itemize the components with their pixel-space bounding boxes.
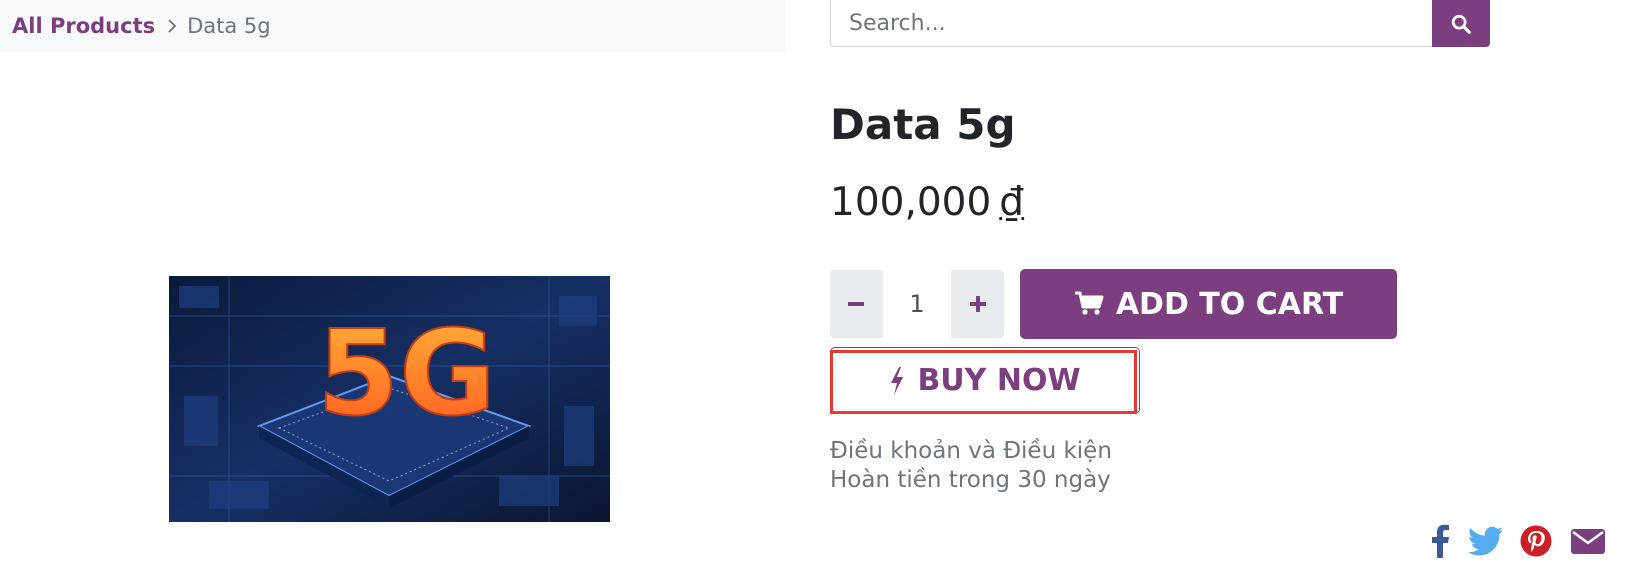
buy-now-label: BUY NOW xyxy=(917,363,1081,398)
breadcrumb: All Products Data 5g xyxy=(0,0,786,52)
email-icon[interactable] xyxy=(1570,526,1606,556)
quantity-stepper xyxy=(830,270,1004,338)
product-price: 100,000 ₫ xyxy=(830,180,1024,225)
bolt-icon xyxy=(889,366,905,396)
twitter-icon[interactable] xyxy=(1468,526,1502,556)
pinterest-icon[interactable] xyxy=(1520,525,1552,557)
quantity-increase-button[interactable] xyxy=(952,270,1004,338)
product-image: 5G xyxy=(169,276,610,522)
share-links xyxy=(1430,524,1606,558)
search-bar xyxy=(830,0,1490,47)
shopping-cart-icon xyxy=(1074,291,1104,317)
product-title: Data 5g xyxy=(830,100,1016,149)
buy-now-button[interactable]: BUY NOW xyxy=(830,347,1140,414)
minus-icon xyxy=(847,295,865,313)
price-amount: 100,000 xyxy=(830,180,992,225)
quantity-input[interactable] xyxy=(882,270,952,338)
product-image-label: 5G xyxy=(317,304,496,442)
add-to-cart-label: ADD TO CART xyxy=(1115,286,1344,322)
terms-conditions-text: Điều khoản và Điều kiện xyxy=(830,438,1112,464)
search-input[interactable] xyxy=(830,0,1432,47)
breadcrumb-current: Data 5g xyxy=(187,14,271,38)
quantity-decrease-button[interactable] xyxy=(830,270,882,338)
plus-icon xyxy=(969,295,987,313)
search-icon xyxy=(1450,13,1472,35)
chevron-right-icon xyxy=(167,18,177,34)
price-currency: ₫ xyxy=(999,180,1025,225)
search-button[interactable] xyxy=(1432,0,1490,47)
breadcrumb-all-products[interactable]: All Products xyxy=(12,14,155,38)
facebook-icon[interactable] xyxy=(1430,524,1450,558)
add-to-cart-button[interactable]: ADD TO CART xyxy=(1020,269,1397,339)
refund-policy-text: Hoàn tiền trong 30 ngày xyxy=(830,467,1111,493)
terms-info: Điều khoản và Điều kiện Hoàn tiền trong … xyxy=(830,437,1112,495)
